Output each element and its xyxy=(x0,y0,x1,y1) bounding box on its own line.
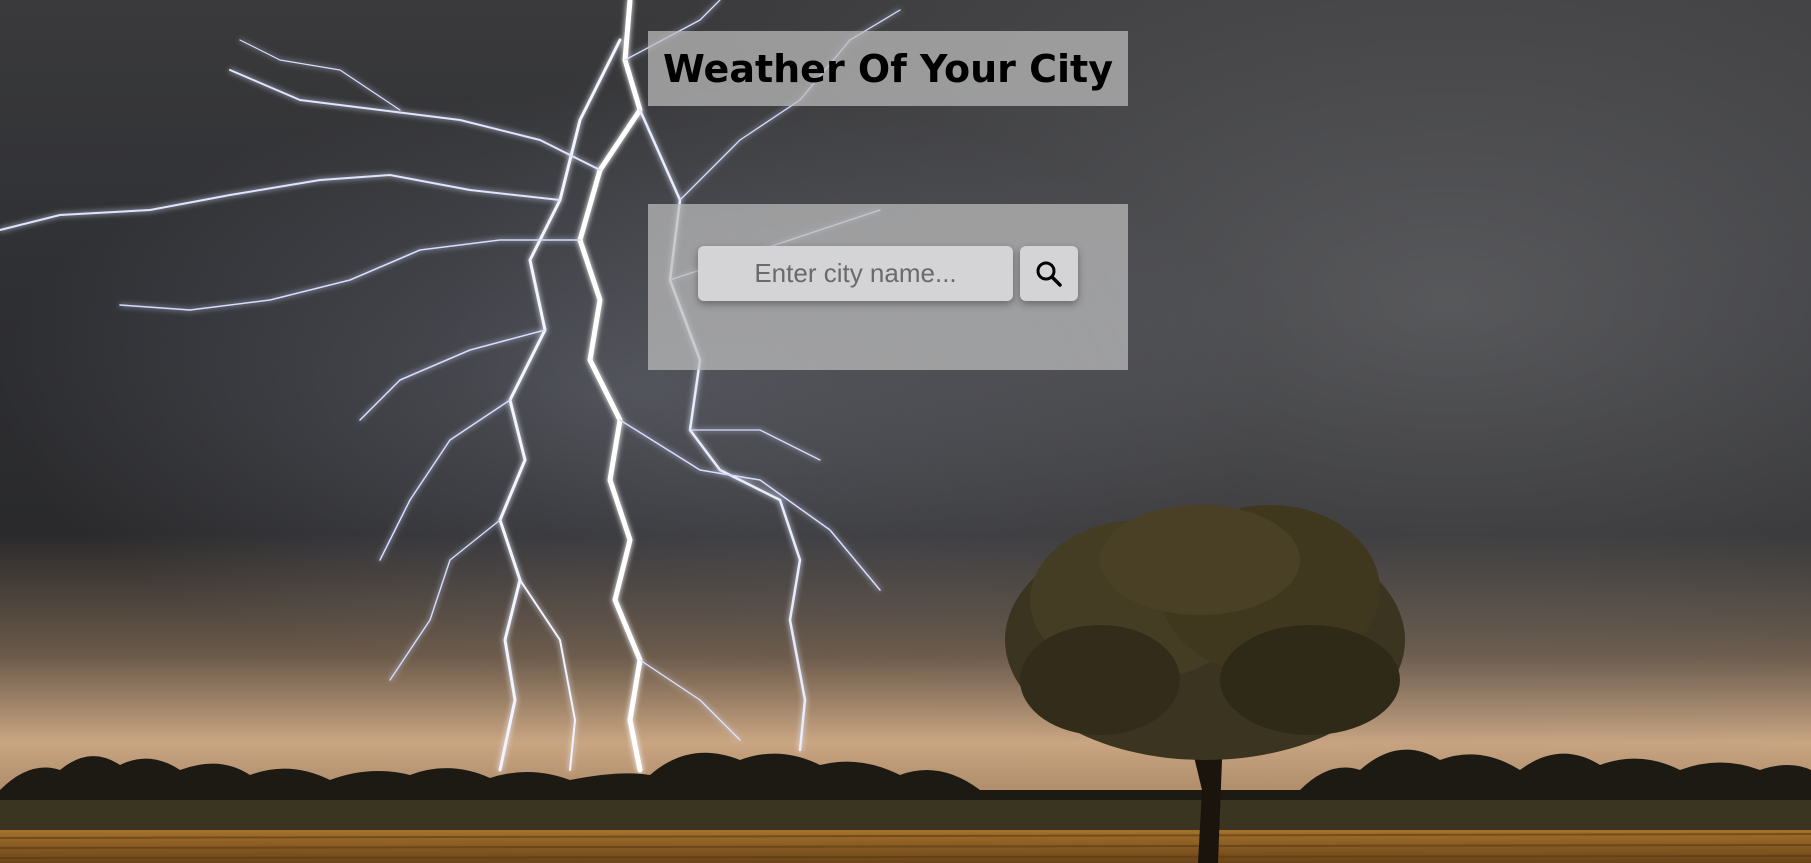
search-icon xyxy=(1034,259,1064,289)
search-panel xyxy=(648,204,1128,370)
background-image xyxy=(0,0,1811,863)
city-search-input[interactable] xyxy=(698,246,1013,301)
title-panel: Weather Of Your City xyxy=(648,31,1128,106)
search-button[interactable] xyxy=(1020,246,1078,301)
page-title: Weather Of Your City xyxy=(662,46,1113,91)
